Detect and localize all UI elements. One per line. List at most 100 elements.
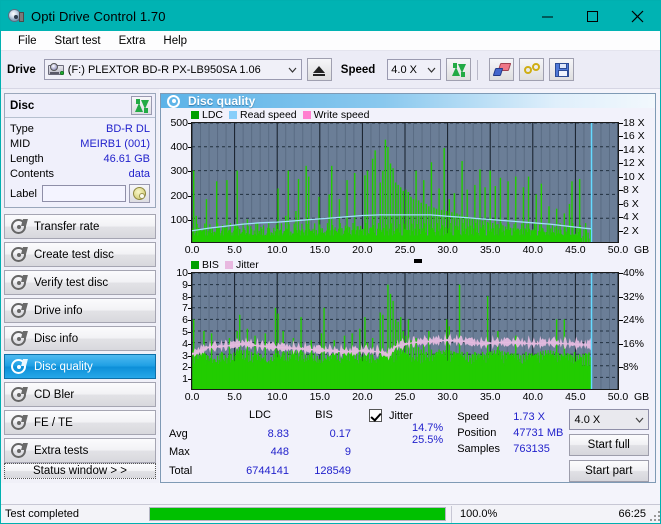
ldc-plot-area[interactable] [191,122,619,243]
sidebar-item-transfer-rate[interactable]: Transfer rate [4,214,156,239]
sidebar-item-create-test-disc[interactable]: Create test disc [4,242,156,267]
sidebar: Disc Type BD-R DL MID MEIRB1 (001) Lengt… [1,89,159,483]
stats-avg-ldc: 8.83 [267,427,289,440]
bis-plot-row: 1 2 3 4 5 6 7 8 9 10 8% 16% 24% 32% 40% [161,267,655,390]
test-speed-select[interactable]: 4.0 X [568,409,649,430]
refresh-button[interactable] [446,58,472,81]
sidebar-item-cd-bler[interactable]: CD Bler [4,382,156,407]
y2-tick-label: 8% [618,361,639,374]
speed-select[interactable]: 4.0 X [387,59,442,80]
x-tick-label: 30.0 [437,244,458,256]
status-window-button[interactable]: Status window > > [4,463,156,479]
x-tick-label: 10.0 [266,391,288,403]
disc-row-key: Length [10,152,44,165]
disc-refresh-button[interactable] [131,96,152,115]
y2-tick-label: 16 X [619,130,645,143]
sidebar-item-disc-quality[interactable]: Disc quality [4,354,156,379]
sidebar-item-verify-test-disc[interactable]: Verify test disc [4,270,156,295]
ldc-y-axis-left: 100 200 300 400 500 [161,117,191,243]
legend-item-ldc: LDC [191,109,223,121]
legend-label: Jitter [235,259,259,271]
disc-icon [133,187,146,200]
y2-tick-label: 32% [618,290,645,303]
stats-corner [169,409,227,427]
disc-rows: Type BD-R DL MID MEIRB1 (001) Length 46.… [5,118,155,207]
disc-info-panel: Disc Type BD-R DL MID MEIRB1 (001) Lengt… [4,93,156,208]
y-tick-label: 100 [170,213,191,226]
legend-item-jitter: Jitter [224,259,259,271]
sidebar-item-label: FE / TE [34,416,73,429]
disc-label-input[interactable] [41,185,126,202]
refresh-icon [134,98,149,113]
application-window: Opti Drive Control 1.70 File Start test … [0,0,661,524]
drive-select[interactable]: (F:) PLEXTOR BD-R PX-LB950SA 1.06 [43,59,302,80]
menu-item-extra[interactable]: Extra [110,33,155,49]
stats-total-bis: 128549 [314,464,351,477]
x-tick-label: 0.0 [184,391,200,403]
drive-icon [47,63,64,76]
resize-grip[interactable] [650,511,660,521]
sidebar-item-disc-info[interactable]: Disc info [4,326,156,351]
jitter-avg: 14.7% [412,422,444,434]
sidebar-item-label: Disc quality [34,360,93,373]
chevron-down-icon [630,417,648,423]
stats-row-label-max: Max [169,446,190,458]
eject-button[interactable] [306,58,332,81]
y2-tick-label: 6 X [619,197,639,210]
sidebar-item-label: Create test disc [34,248,114,261]
legend-swatch [229,111,238,119]
maximize-icon[interactable] [570,1,615,31]
sidebar-item-drive-info[interactable]: Drive info [4,298,156,323]
x-tick-label: 20.0 [352,244,373,256]
speed-readout-label: Speed [457,411,490,423]
jitter-stats: Jitter 14.7% 25.5% [369,409,451,482]
save-button[interactable] [549,58,575,81]
disc-label-button[interactable] [129,184,150,203]
sidebar-item-fe-te[interactable]: FE / TE [4,410,156,435]
y-tick-label: 2 [182,361,191,374]
speed-label: Speed [340,63,376,76]
sidebar-item-extra-tests[interactable]: Extra tests [4,438,156,463]
tools-button[interactable] [519,58,545,81]
eject-icon [313,66,326,76]
ldc-y-axis-right: 2 X4 X6 X8 X 10 X 12 X 14 X 16 X 18 X [619,117,655,243]
legend-item-read-speed: Read speed [229,109,297,121]
menu-item-file[interactable]: File [9,33,46,49]
chevron-down-icon [284,60,301,79]
erase-button[interactable] [489,58,515,81]
disc-row-key: Type [10,122,34,135]
minimize-icon[interactable] [525,1,570,31]
disc-test-icon [11,359,28,374]
start-part-button[interactable]: Start part [568,460,649,482]
disc-row-value: BD-R DL [105,122,150,135]
x-tick-label: 25.0 [394,391,416,403]
main-panel: Disc quality LDC Read speed Write speed [160,93,656,483]
readout-position: Position 47731 MB [457,425,568,441]
legend-label: LDC [202,109,224,121]
bis-chart: BIS Jitter 1 2 3 4 5 6 7 8 9 10 8% 16% 24% 32% 40% 0.… [161,258,655,405]
start-full-button[interactable]: Start full [568,434,649,456]
close-icon[interactable] [615,1,660,31]
x-tick-label: 5.0 [227,244,242,256]
jitter-checkbox[interactable] [369,409,382,422]
menu-item-help[interactable]: Help [154,33,196,49]
legend-swatch [224,261,233,269]
disc-test-icon [11,331,28,346]
test-readout: Speed 1.73 X Position 47731 MB Samples 7… [457,409,568,482]
menu-item-start-test[interactable]: Start test [46,33,110,49]
disc-test-icon [11,443,28,458]
bis-plot-area[interactable] [191,272,619,390]
y2-tick-label: 8 X [619,184,639,197]
disc-test-icon [11,247,28,262]
y2-tick-label: 2 X [619,224,639,237]
stats-avg-bis: 0.17 [329,427,351,440]
legend-swatch [191,111,199,119]
error-stats-table: LDC BIS Avg 8.83 0.17 Max 448 9 Total 67… [169,409,355,482]
toolbar: Drive (F:) PLEXTOR BD-R PX-LB950SA 1.06 … [1,51,660,89]
drive-select-value: (F:) PLEXTOR BD-R PX-LB950SA 1.06 [67,63,261,76]
legend-item-write-speed: Write speed [302,109,370,121]
stats-total-ldc: 6744141 [246,464,289,477]
y-tick-label: 10 [176,267,191,279]
tools-icon [523,62,540,77]
ldc-x-axis: 0.0 5.0 10.0 15.0 20.0 25.0 30.0 35.0 40.0 45.0 50… [185,243,655,258]
